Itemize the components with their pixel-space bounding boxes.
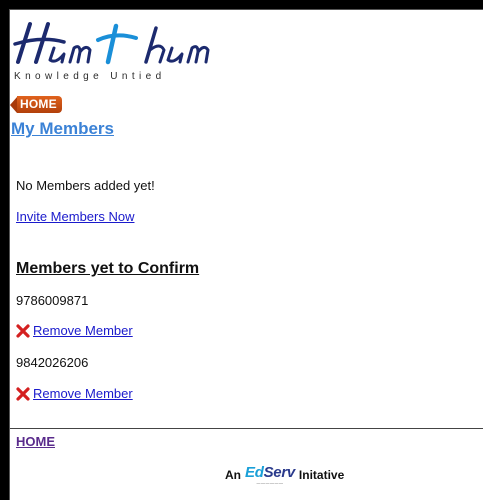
remove-member-link[interactable]: Remove Member	[33, 323, 133, 338]
remove-member-link[interactable]: Remove Member	[33, 386, 133, 401]
credit-suffix: Initative	[298, 468, 345, 482]
footer-home-link[interactable]: HOME	[16, 434, 55, 449]
page: Knowledge Untied HOME My Members No Memb…	[9, 9, 483, 500]
pending-member-phone: 9786009871	[16, 293, 89, 308]
edserv-logo-serv: Serv	[263, 464, 296, 481]
x-icon	[16, 386, 30, 401]
edserv-logo-ed: Ed	[245, 464, 264, 481]
remove-member-button[interactable]: Remove Member	[16, 386, 133, 401]
invite-members-link[interactable]: Invite Members Now	[16, 209, 134, 224]
logo-tagline: Knowledge Untied	[14, 71, 166, 82]
credit-prefix: An	[225, 468, 241, 482]
no-members-message: No Members added yet!	[16, 178, 155, 193]
pending-members-heading: Members yet to Confirm	[16, 260, 200, 277]
remove-member-button[interactable]: Remove Member	[16, 323, 133, 338]
page-title[interactable]: My Members	[11, 119, 114, 139]
footer-divider	[10, 428, 483, 429]
badge-arrow-icon	[10, 96, 17, 113]
logo-wordmark	[13, 22, 210, 65]
edserv-credit: An EdServ —————— Initative	[225, 463, 344, 487]
humthum-logo[interactable]: Knowledge Untied	[12, 18, 222, 86]
x-icon	[16, 323, 30, 338]
pending-member-phone: 9842026206	[16, 355, 89, 370]
home-badge-button[interactable]: HOME	[10, 95, 62, 114]
edserv-logo-subline: ——————	[256, 480, 284, 485]
edserv-logo[interactable]: EdServ ——————	[245, 465, 295, 485]
home-badge-label: HOME	[17, 96, 62, 113]
